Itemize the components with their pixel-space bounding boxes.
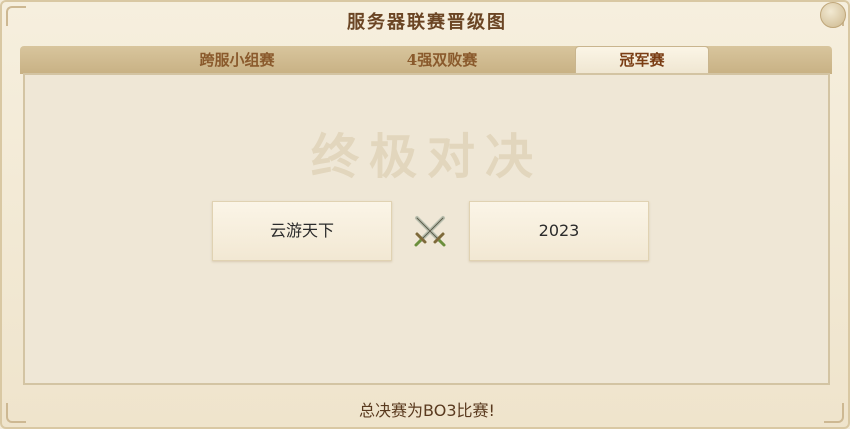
tab-championship[interactable]: 冠军赛 <box>575 46 709 74</box>
tab-top4-double-elim[interactable]: 4强双败赛 <box>357 47 527 73</box>
final-heading: 终极对决 <box>310 129 543 185</box>
close-icon[interactable] <box>820 2 846 28</box>
bracket-window: 服务器联赛晋级图 跨服小组赛 4强双败赛 冠军赛 终极对决 云游天下 2023 … <box>0 0 850 429</box>
team-left[interactable]: 云游天下 <box>212 201 392 261</box>
window-title: 服务器联赛晋级图 <box>347 12 507 33</box>
footer-note: 总决赛为BO3比赛! <box>359 401 495 420</box>
team-right[interactable]: 2023 <box>469 201 649 261</box>
crossed-swords-icon <box>414 216 446 247</box>
tab-group-stage[interactable]: 跨服小组赛 <box>152 47 322 73</box>
